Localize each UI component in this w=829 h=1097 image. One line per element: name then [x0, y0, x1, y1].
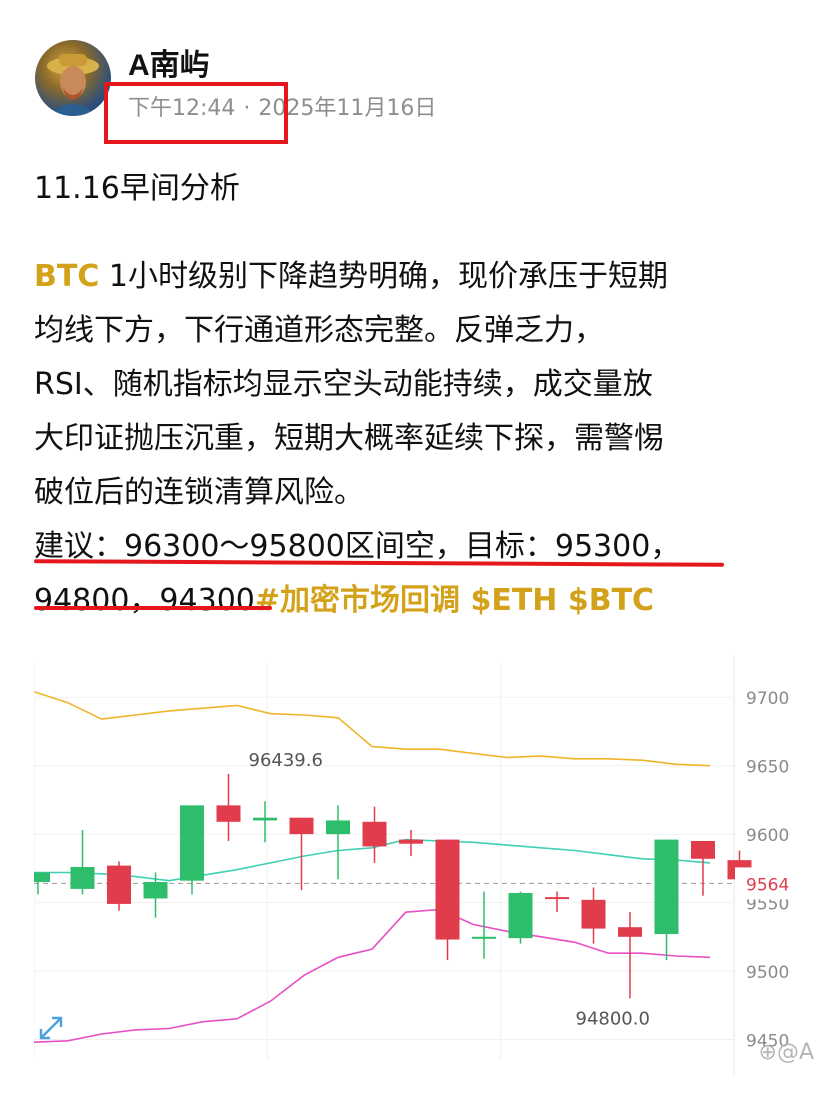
post-title: 11.16早间分析 — [34, 171, 240, 206]
candle-body — [289, 817, 314, 835]
y-tick-label: 9500 — [746, 963, 789, 983]
body-line-5: 破位后的连锁清算风险。 — [34, 475, 364, 510]
advice-targets: 94800，94300 — [34, 583, 255, 618]
candle-body — [581, 899, 606, 929]
avatar[interactable] — [35, 40, 111, 116]
body-line-4: 大印证抛压沉重，短期大概率延续下探，需警惕 — [34, 421, 664, 456]
advice-line-2: 94800，94300#加密市场回调 $ETH $BTC — [34, 574, 804, 628]
time-highlight-box — [104, 82, 288, 144]
post-body: BTC 1小时级别下降趋势明确，现价承压于短期 均线下方，下行通道形态完整。反弹… — [34, 250, 804, 628]
price-annotation: 94800.0 — [576, 1008, 650, 1029]
y-tick-label: 9650 — [746, 758, 789, 778]
body-line-2: 均线下方，下行通道形态完整。反弹乏力， — [34, 313, 604, 348]
candle-body — [691, 840, 715, 859]
candle-body — [362, 821, 387, 847]
candle-body — [508, 892, 533, 939]
candle-body — [399, 839, 423, 844]
candle-body — [70, 866, 95, 889]
candle-body — [435, 839, 460, 940]
author-name[interactable]: A南屿 — [128, 40, 210, 84]
price-annotation: 96439.6 — [249, 750, 323, 771]
candle-body — [618, 927, 642, 937]
candle-body — [180, 805, 204, 881]
y-tick-label: 9700 — [746, 689, 789, 709]
candle-body — [654, 839, 679, 935]
candle-body — [472, 936, 496, 939]
watermark-icon: ⊕@A — [758, 1040, 814, 1065]
candle-body — [143, 882, 168, 899]
body-line-1: BTC 1小时级别下降趋势明确，现价承压于短期 — [34, 250, 804, 304]
candle-body — [253, 817, 277, 821]
candle-body — [107, 865, 131, 904]
candle-body — [34, 872, 50, 883]
chart-svg: 97009650960095509500945096439.694800.095… — [34, 655, 796, 1075]
candle-body — [326, 820, 350, 835]
candle-body — [216, 805, 241, 822]
candle-body — [545, 897, 569, 900]
hashtags[interactable]: #加密市场回调 $ETH $BTC — [255, 583, 654, 618]
body-line-1-text: 1小时级别下降趋势明确，现价承压于短期 — [99, 259, 668, 294]
advice-underline-2 — [34, 606, 272, 610]
body-line-3: RSI、随机指标均显示空头动能持续，成交量放 — [34, 367, 653, 402]
btc-tag[interactable]: BTC — [34, 259, 99, 294]
current-price-tag: 9564 — [746, 875, 789, 895]
expand-icon[interactable] — [38, 1015, 64, 1045]
y-tick-label: 9600 — [746, 826, 789, 846]
upper-band-line — [34, 690, 711, 767]
candlestick-chart[interactable]: 9700 9650 9600 9550 9500 9450 96439.6 94800.0 95… — [34, 655, 796, 1075]
